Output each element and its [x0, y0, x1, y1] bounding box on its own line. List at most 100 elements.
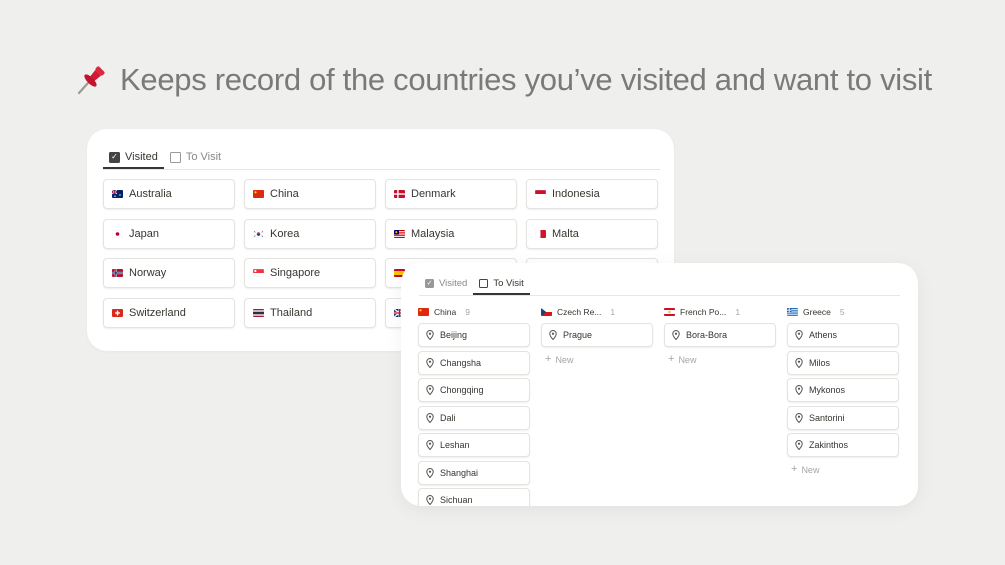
- location-pin-icon: [795, 357, 803, 368]
- new-label: New: [555, 354, 574, 365]
- column-count: 1: [735, 307, 741, 317]
- column-header[interactable]: French Po... 1: [664, 305, 776, 319]
- new-card-button[interactable]: + New: [541, 351, 653, 369]
- country-card[interactable]: Norway: [103, 258, 235, 288]
- location-pin-icon: [426, 330, 434, 340]
- city-card[interactable]: Athens: [787, 323, 899, 347]
- new-card-button[interactable]: + New: [664, 351, 776, 369]
- new-label: New: [801, 464, 820, 475]
- country-card[interactable]: Malaysia: [385, 218, 517, 249]
- tab-label: Visited: [125, 151, 158, 163]
- column-header[interactable]: China 9: [418, 305, 530, 319]
- country-card[interactable]: Indonesia: [526, 179, 658, 209]
- australia-flag-icon: [112, 190, 123, 198]
- korea-flag-icon: [253, 229, 264, 238]
- city-card[interactable]: Dali: [418, 405, 530, 430]
- country-card[interactable]: Switzerland: [103, 297, 235, 328]
- location-pin-icon: [426, 440, 434, 450]
- denmark-flag-icon: [394, 190, 405, 198]
- view-tabs: ✓ Visited To Visit: [419, 275, 900, 296]
- japan-flag-icon: [112, 229, 123, 238]
- city-name: Shanghai: [440, 467, 479, 478]
- city-name: Milos: [809, 357, 831, 368]
- city-card[interactable]: Bora-Bora: [664, 323, 776, 347]
- country-card[interactable]: Japan: [103, 218, 235, 249]
- city-name: Chongqing: [440, 385, 484, 395]
- french-polynesia-flag-icon: [664, 308, 675, 316]
- column-title: French Po...: [680, 307, 727, 317]
- column-title: Czech Re...: [557, 307, 602, 317]
- tab-visited[interactable]: ✓ Visited: [419, 278, 473, 295]
- tab-label: To Visit: [185, 151, 222, 163]
- location-pin-icon: [549, 330, 557, 340]
- country-name: Singapore: [270, 267, 321, 279]
- city-name: Changsha: [440, 357, 482, 368]
- norway-flag-icon: [112, 269, 123, 277]
- to-visit-board-card: ✓ Visited To Visit China 9 Beijing Changsha…: [401, 263, 918, 506]
- pushpin-icon: [77, 66, 105, 95]
- country-name: Australia: [129, 188, 172, 200]
- column-header[interactable]: Greece 5: [787, 305, 899, 319]
- city-card[interactable]: Chongqing: [418, 378, 530, 402]
- thailand-flag-icon: [253, 308, 264, 317]
- country-card[interactable]: Australia: [103, 179, 235, 209]
- column-title: China: [434, 307, 457, 317]
- country-card[interactable]: Malta: [526, 218, 658, 249]
- country-card[interactable]: Denmark: [385, 179, 517, 209]
- country-card[interactable]: Korea: [244, 218, 376, 249]
- tab-to-visit[interactable]: To Visit: [164, 151, 227, 169]
- plus-icon: +: [545, 353, 552, 365]
- country-card[interactable]: Thailand: [244, 297, 376, 328]
- city-card[interactable]: Sichuan: [418, 488, 530, 506]
- tab-label: Visited: [439, 278, 468, 289]
- city-card[interactable]: Santorini: [787, 405, 899, 430]
- city-name: Leshan: [440, 440, 470, 450]
- board-column: Greece 5 Athens Milos Mykonos Santorini Zakint…: [787, 305, 899, 506]
- china-flag-icon: [418, 308, 429, 316]
- view-tabs: ✓ Visited To Visit: [103, 147, 660, 170]
- czech-flag-icon: [541, 308, 552, 316]
- city-name: Zakinthos: [809, 440, 849, 450]
- checkbox-empty-icon: [479, 279, 489, 288]
- city-card[interactable]: Prague: [541, 323, 653, 347]
- country-card[interactable]: Singapore: [244, 258, 376, 288]
- checkbox-empty-icon: [169, 151, 181, 163]
- indonesia-flag-icon: [535, 190, 546, 198]
- column-header[interactable]: Czech Re... 1: [541, 305, 653, 319]
- country-card[interactable]: China: [244, 179, 376, 209]
- city-card[interactable]: Zakinthos: [787, 433, 899, 457]
- switzerland-flag-icon: [112, 308, 123, 317]
- location-pin-icon: [426, 412, 434, 423]
- country-name: Denmark: [411, 188, 456, 200]
- city-name: Mykonos: [809, 385, 846, 395]
- new-card-button[interactable]: + New: [787, 461, 899, 479]
- country-name: Malaysia: [411, 227, 455, 240]
- tab-to-visit[interactable]: To Visit: [473, 278, 529, 295]
- city-card[interactable]: Milos: [787, 350, 899, 375]
- location-pin-icon: [795, 412, 803, 423]
- plus-icon: +: [791, 463, 798, 475]
- tab-label: To Visit: [493, 278, 524, 289]
- city-card[interactable]: Mykonos: [787, 378, 899, 402]
- city-card[interactable]: Shanghai: [418, 460, 530, 485]
- city-card[interactable]: Leshan: [418, 433, 530, 457]
- china-flag-icon: [253, 190, 264, 198]
- checkbox-checked-icon: ✓: [425, 279, 434, 288]
- malaysia-flag-icon: [394, 229, 405, 238]
- city-name: Dali: [440, 412, 456, 423]
- city-name: Bora-Bora: [686, 330, 728, 340]
- location-pin-icon: [426, 385, 434, 395]
- location-pin-icon: [426, 467, 434, 478]
- location-pin-icon: [426, 357, 434, 368]
- column-count: 5: [839, 307, 845, 317]
- board-column: French Po... 1 Bora-Bora + New: [664, 305, 776, 506]
- location-pin-icon: [672, 330, 680, 340]
- location-pin-icon: [795, 440, 803, 450]
- tab-visited[interactable]: ✓ Visited: [103, 151, 164, 169]
- city-card[interactable]: Changsha: [418, 350, 530, 375]
- checkbox-checked-icon: ✓: [109, 151, 120, 163]
- greece-flag-icon: [787, 308, 798, 316]
- country-name: Malta: [552, 227, 579, 240]
- city-card[interactable]: Beijing: [418, 323, 530, 347]
- country-name: Indonesia: [552, 188, 600, 200]
